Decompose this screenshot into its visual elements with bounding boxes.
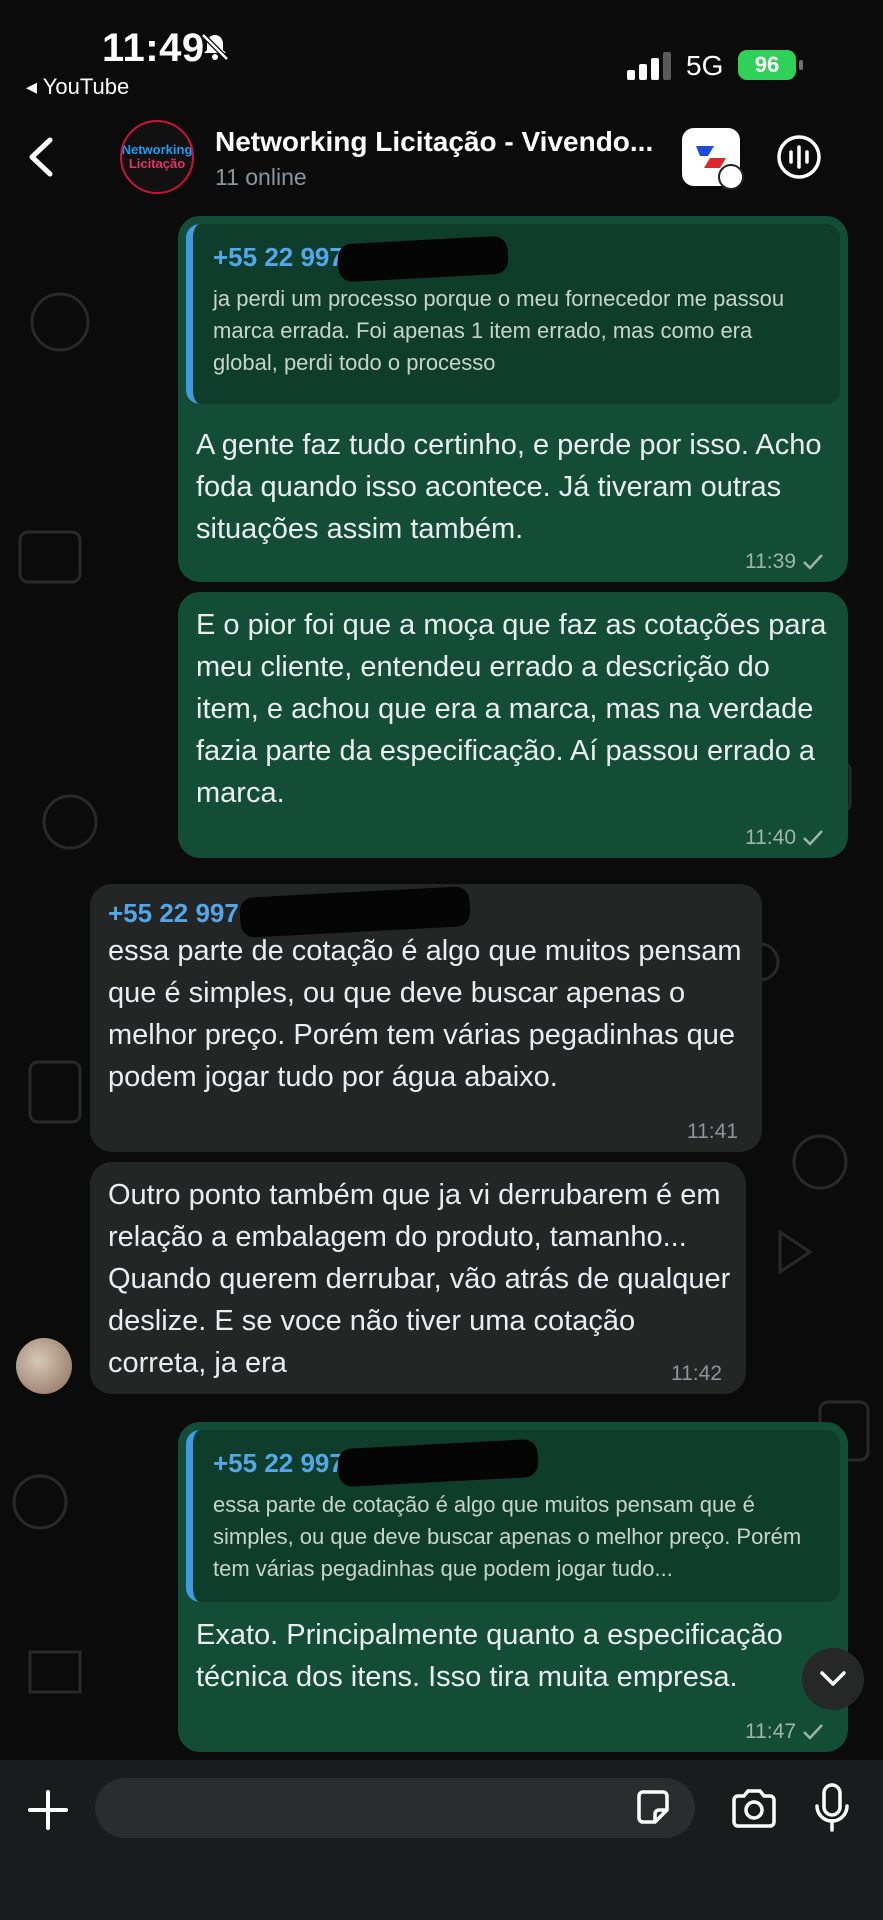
network-type: 5G [686, 50, 724, 81]
call-icon[interactable] [776, 134, 822, 180]
message-bubble-incoming[interactable]: Outro ponto também que ja vi derrubarem … [90, 1162, 746, 1394]
chat-header: Networking Licitação Networking Licitaçã… [0, 112, 883, 202]
message-input[interactable] [95, 1778, 695, 1838]
message-sender[interactable]: +55 22 997 [108, 898, 239, 929]
chevron-down-icon [820, 1671, 846, 1686]
back-to-app-link[interactable]: ◂ YouTube [26, 74, 129, 100]
message-text: A gente faz tudo certinho, e perde por i… [196, 429, 822, 545]
battery-level: 96 [754, 52, 780, 77]
avatar-text-2: Licitação [128, 156, 186, 171]
scroll-to-bottom-button[interactable] [802, 1648, 864, 1710]
message-composer [0, 1760, 883, 1920]
quoted-text: essa parte de cotação é algo que muitos … [213, 1492, 802, 1581]
mic-icon[interactable] [812, 1782, 852, 1834]
quoted-sender: +55 22 9971 [213, 242, 359, 272]
group-avatar[interactable]: Networking Licitação [120, 120, 194, 194]
app-icon[interactable] [682, 128, 744, 190]
message-bubble-outgoing[interactable]: E o pior foi que a moça que faz as cotaç… [178, 592, 848, 858]
message-time: 11:39 [745, 550, 796, 573]
plus-icon[interactable] [26, 1788, 70, 1832]
avatar-text-1: Networking [121, 142, 193, 157]
check-icon [803, 1724, 823, 1740]
check-icon [803, 830, 823, 846]
message-meta: 11:39 [745, 550, 824, 574]
message-meta: 11:47 [745, 1720, 824, 1744]
message-meta: 11:42 [671, 1362, 722, 1386]
camera-icon[interactable] [730, 1788, 778, 1828]
message-text: Outro ponto também que ja vi derrubarem … [108, 1179, 731, 1379]
back-chevron-icon[interactable] [22, 134, 62, 180]
chat-subtitle: 11 online [215, 164, 307, 190]
message-time: 11:42 [671, 1362, 722, 1385]
battery-tip [799, 60, 803, 70]
message-meta: 11:40 [745, 826, 824, 850]
message-text: essa parte de cotação é algo que muitos … [108, 935, 742, 1093]
message-list[interactable]: +55 22 9971 ja perdi um processo porque … [0, 202, 883, 1760]
sticker-icon[interactable] [633, 1788, 673, 1828]
message-meta: 11:41 [687, 1120, 738, 1144]
bell-slash-icon [201, 33, 229, 61]
quoted-message[interactable]: +55 22 9971 ja perdi um processo porque … [186, 224, 840, 404]
status-time: 11:49 [102, 26, 205, 70]
message-time: 11:40 [745, 826, 796, 849]
message-time: 11:47 [745, 1720, 796, 1743]
battery-icon: 96 [738, 50, 796, 80]
status-bar: 11:49 ◂ YouTube 5G 96 [0, 0, 883, 112]
dropdown-badge-icon [718, 164, 744, 190]
quoted-text: ja perdi um processo porque o meu fornec… [213, 286, 785, 375]
message-bubble-incoming[interactable]: +55 22 997 essa parte de cotação é algo … [90, 884, 762, 1152]
sender-avatar[interactable] [16, 1338, 72, 1394]
message-text: E o pior foi que a moça que faz as cotaç… [196, 609, 827, 809]
chat-title[interactable]: Networking Licitação - Vivendo... [215, 126, 653, 158]
message-text: Exato. Principalmente quanto a especific… [196, 1619, 783, 1693]
message-time: 11:41 [687, 1120, 738, 1143]
message-bubble-outgoing[interactable]: +55 22 997 essa parte de cotação é algo … [178, 1422, 848, 1752]
check-icon [803, 554, 823, 570]
signal-icon [627, 52, 671, 80]
message-bubble-outgoing[interactable]: +55 22 9971 ja perdi um processo porque … [178, 216, 848, 582]
